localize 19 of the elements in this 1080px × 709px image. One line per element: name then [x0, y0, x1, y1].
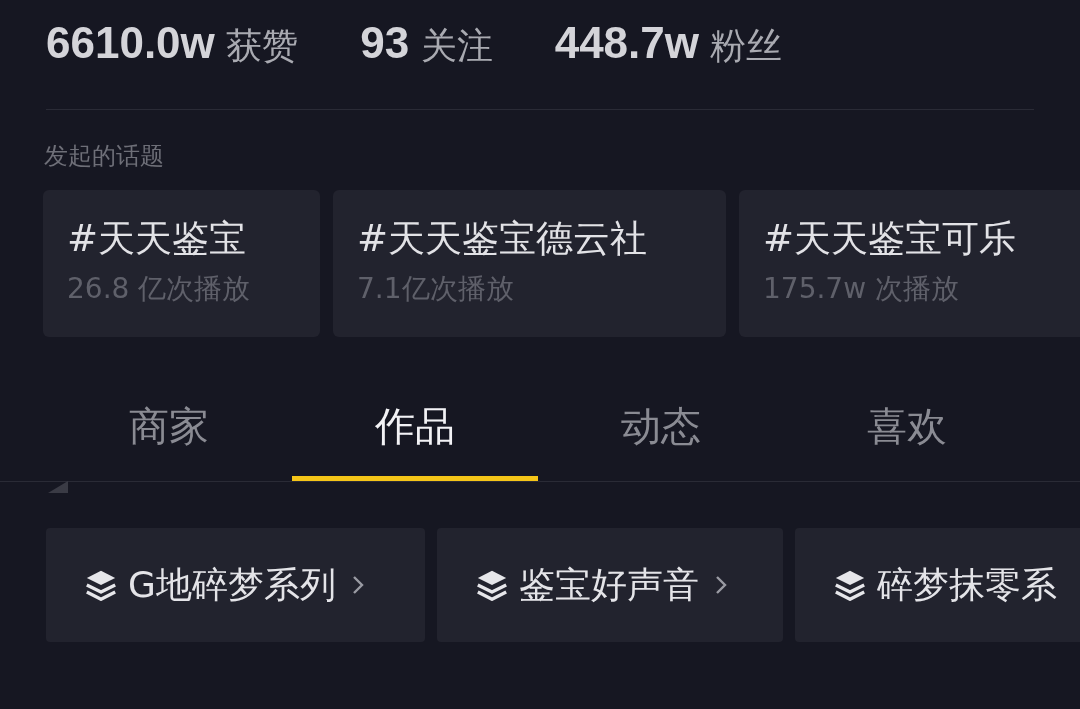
section-title: 发起的话题	[44, 141, 165, 172]
stat-count: 448.7w 粉丝	[554, 18, 783, 69]
collection-chip[interactable]: 鉴宝好声音	[437, 528, 783, 642]
topic-card[interactable]: #天天鉴宝 26.8 亿次播放	[43, 190, 320, 337]
layers-icon	[84, 568, 118, 602]
stat-count: 93 关注	[360, 18, 493, 69]
topic-card[interactable]: #天天鉴宝可乐 175.7w 次播放	[739, 190, 1080, 337]
layers-icon	[475, 568, 509, 602]
collection-chip[interactable]: G地碎梦系列	[46, 528, 425, 642]
tab[interactable]: 喜欢	[784, 399, 1030, 481]
collection-chip[interactable]: 碎梦抹零系	[795, 528, 1080, 642]
chevron-icon	[351, 574, 364, 596]
tab[interactable]: 商家	[46, 399, 292, 481]
topic-card[interactable]: #天天鉴宝德云社 7.1亿次播放	[333, 190, 726, 337]
stat-count: 6610.0w 获赞	[46, 18, 299, 69]
pointer-icon	[48, 481, 68, 493]
chevron-icon	[715, 574, 727, 596]
tab[interactable]: 动态	[538, 399, 784, 481]
layers-icon	[833, 568, 867, 602]
